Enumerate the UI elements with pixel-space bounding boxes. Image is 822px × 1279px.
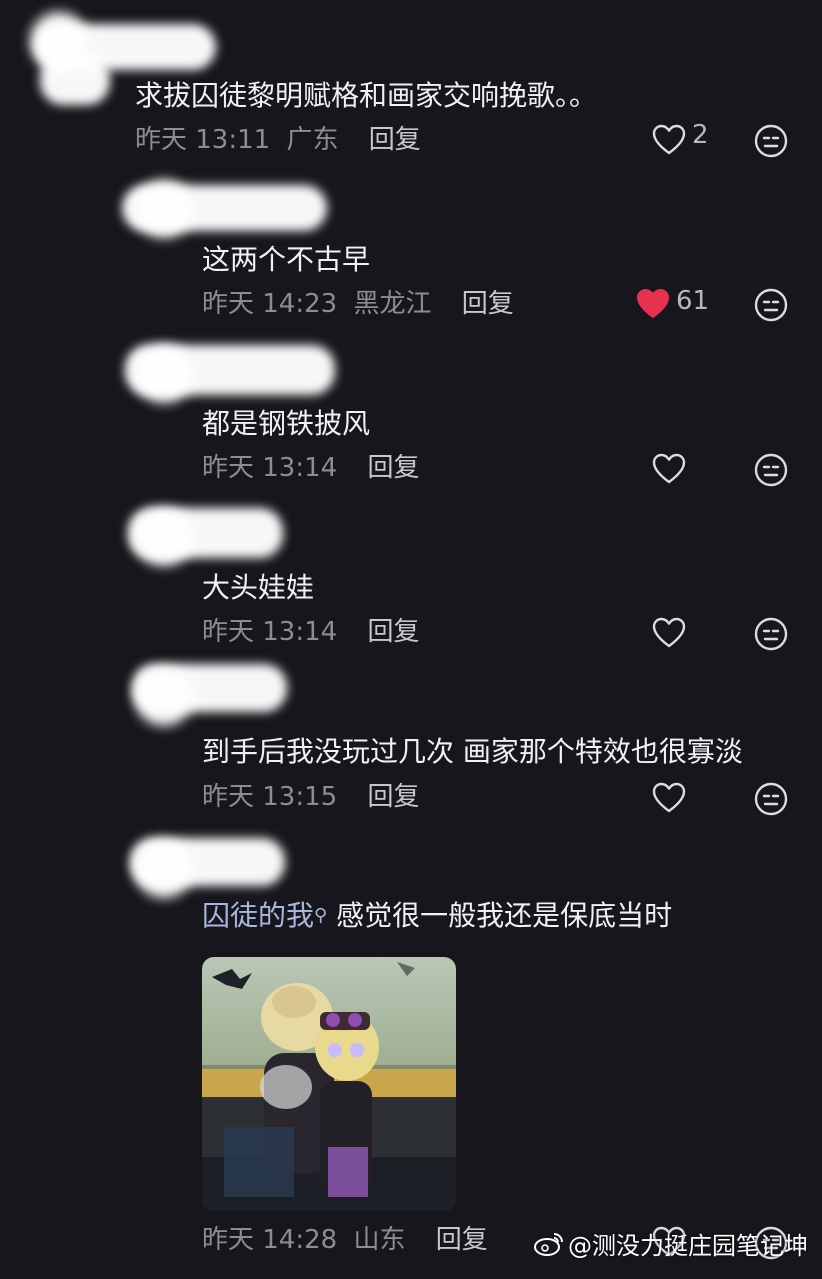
avatar-redacted <box>40 55 110 105</box>
search-icon: ⚲ <box>314 905 328 926</box>
comment-text: 都是钢铁披风 <box>202 407 371 440</box>
comment-meta: 昨天 13:14 回复 <box>202 616 419 648</box>
emoji-reaction-icon[interactable] <box>754 453 788 487</box>
reply-button[interactable]: 回复 <box>367 617 419 647</box>
heart-filled-icon <box>637 289 669 318</box>
comment-text: 求拔囚徒黎明赋格和画家交响挽歌。。 <box>135 79 598 112</box>
comment-text: 到手后我没玩过几次 画家那个特效也很寡淡 <box>202 735 743 768</box>
location: 黑龙江 <box>353 289 432 319</box>
comment-meta: 昨天 13:11 广东 回复 <box>135 124 421 156</box>
emoji-reaction-icon[interactable] <box>754 617 788 651</box>
comment-meta: 昨天 13:14 回复 <box>202 452 419 484</box>
username-redacted[interactable] <box>130 838 285 886</box>
timestamp: 昨天 14:28 <box>202 1225 338 1255</box>
like-button[interactable] <box>652 453 686 485</box>
comment-meta: 昨天 14:23 黑龙江 回复 <box>202 288 514 320</box>
weibo-logo-icon <box>534 1232 563 1256</box>
like-count: 2 <box>692 120 709 150</box>
comment-text: 大头娃娃 <box>202 571 315 604</box>
emoji-reaction-icon[interactable] <box>754 124 788 158</box>
comment-meta: 昨天 14:28 山东 回复 <box>202 1224 488 1256</box>
comment-image[interactable] <box>202 957 456 1211</box>
heart-outline-icon <box>652 617 686 648</box>
heart-outline-icon <box>652 782 686 813</box>
like-button[interactable]: 2 <box>652 120 709 156</box>
like-button[interactable] <box>652 617 686 649</box>
timestamp: 昨天 14:23 <box>202 289 338 319</box>
comment-text: 囚徒的我⚲ 感觉很一般我还是保底当时 <box>202 898 672 934</box>
timestamp: 昨天 13:14 <box>202 617 338 647</box>
emoji-reaction-icon[interactable] <box>754 782 788 816</box>
reply-button[interactable]: 回复 <box>367 453 419 483</box>
like-button[interactable]: 61 <box>636 286 710 320</box>
reply-button[interactable]: 回复 <box>436 1225 488 1255</box>
comment-text: 这两个不古早 <box>202 243 371 276</box>
reply-button[interactable]: 回复 <box>369 125 421 155</box>
watermark-text: @测没力挺庄园笔记坤 <box>568 1232 808 1260</box>
mention-link[interactable]: 囚徒的我 <box>202 899 314 932</box>
weibo-watermark: @测没力挺庄园笔记坤 <box>534 1226 808 1261</box>
comment-meta: 昨天 13:15 回复 <box>202 781 419 813</box>
location: 山东 <box>353 1225 406 1255</box>
username-redacted[interactable] <box>122 185 327 231</box>
heart-outline-icon <box>652 124 686 155</box>
comment-body: 感觉很一般我还是保底当时 <box>336 899 673 932</box>
timestamp: 昨天 13:11 <box>135 125 271 155</box>
username-redacted[interactable] <box>128 508 283 558</box>
reply-button[interactable]: 回复 <box>462 289 514 319</box>
game-characters-image <box>202 957 456 1211</box>
reply-button[interactable]: 回复 <box>367 782 419 812</box>
location: 广东 <box>286 125 339 155</box>
username-redacted[interactable] <box>132 664 287 712</box>
heart-outline-icon <box>652 453 686 484</box>
like-button[interactable] <box>652 782 686 814</box>
username-redacted[interactable] <box>125 345 335 395</box>
emoji-reaction-icon[interactable] <box>754 288 788 322</box>
timestamp: 昨天 13:15 <box>202 782 338 812</box>
like-count: 61 <box>676 286 710 316</box>
timestamp: 昨天 13:14 <box>202 453 338 483</box>
